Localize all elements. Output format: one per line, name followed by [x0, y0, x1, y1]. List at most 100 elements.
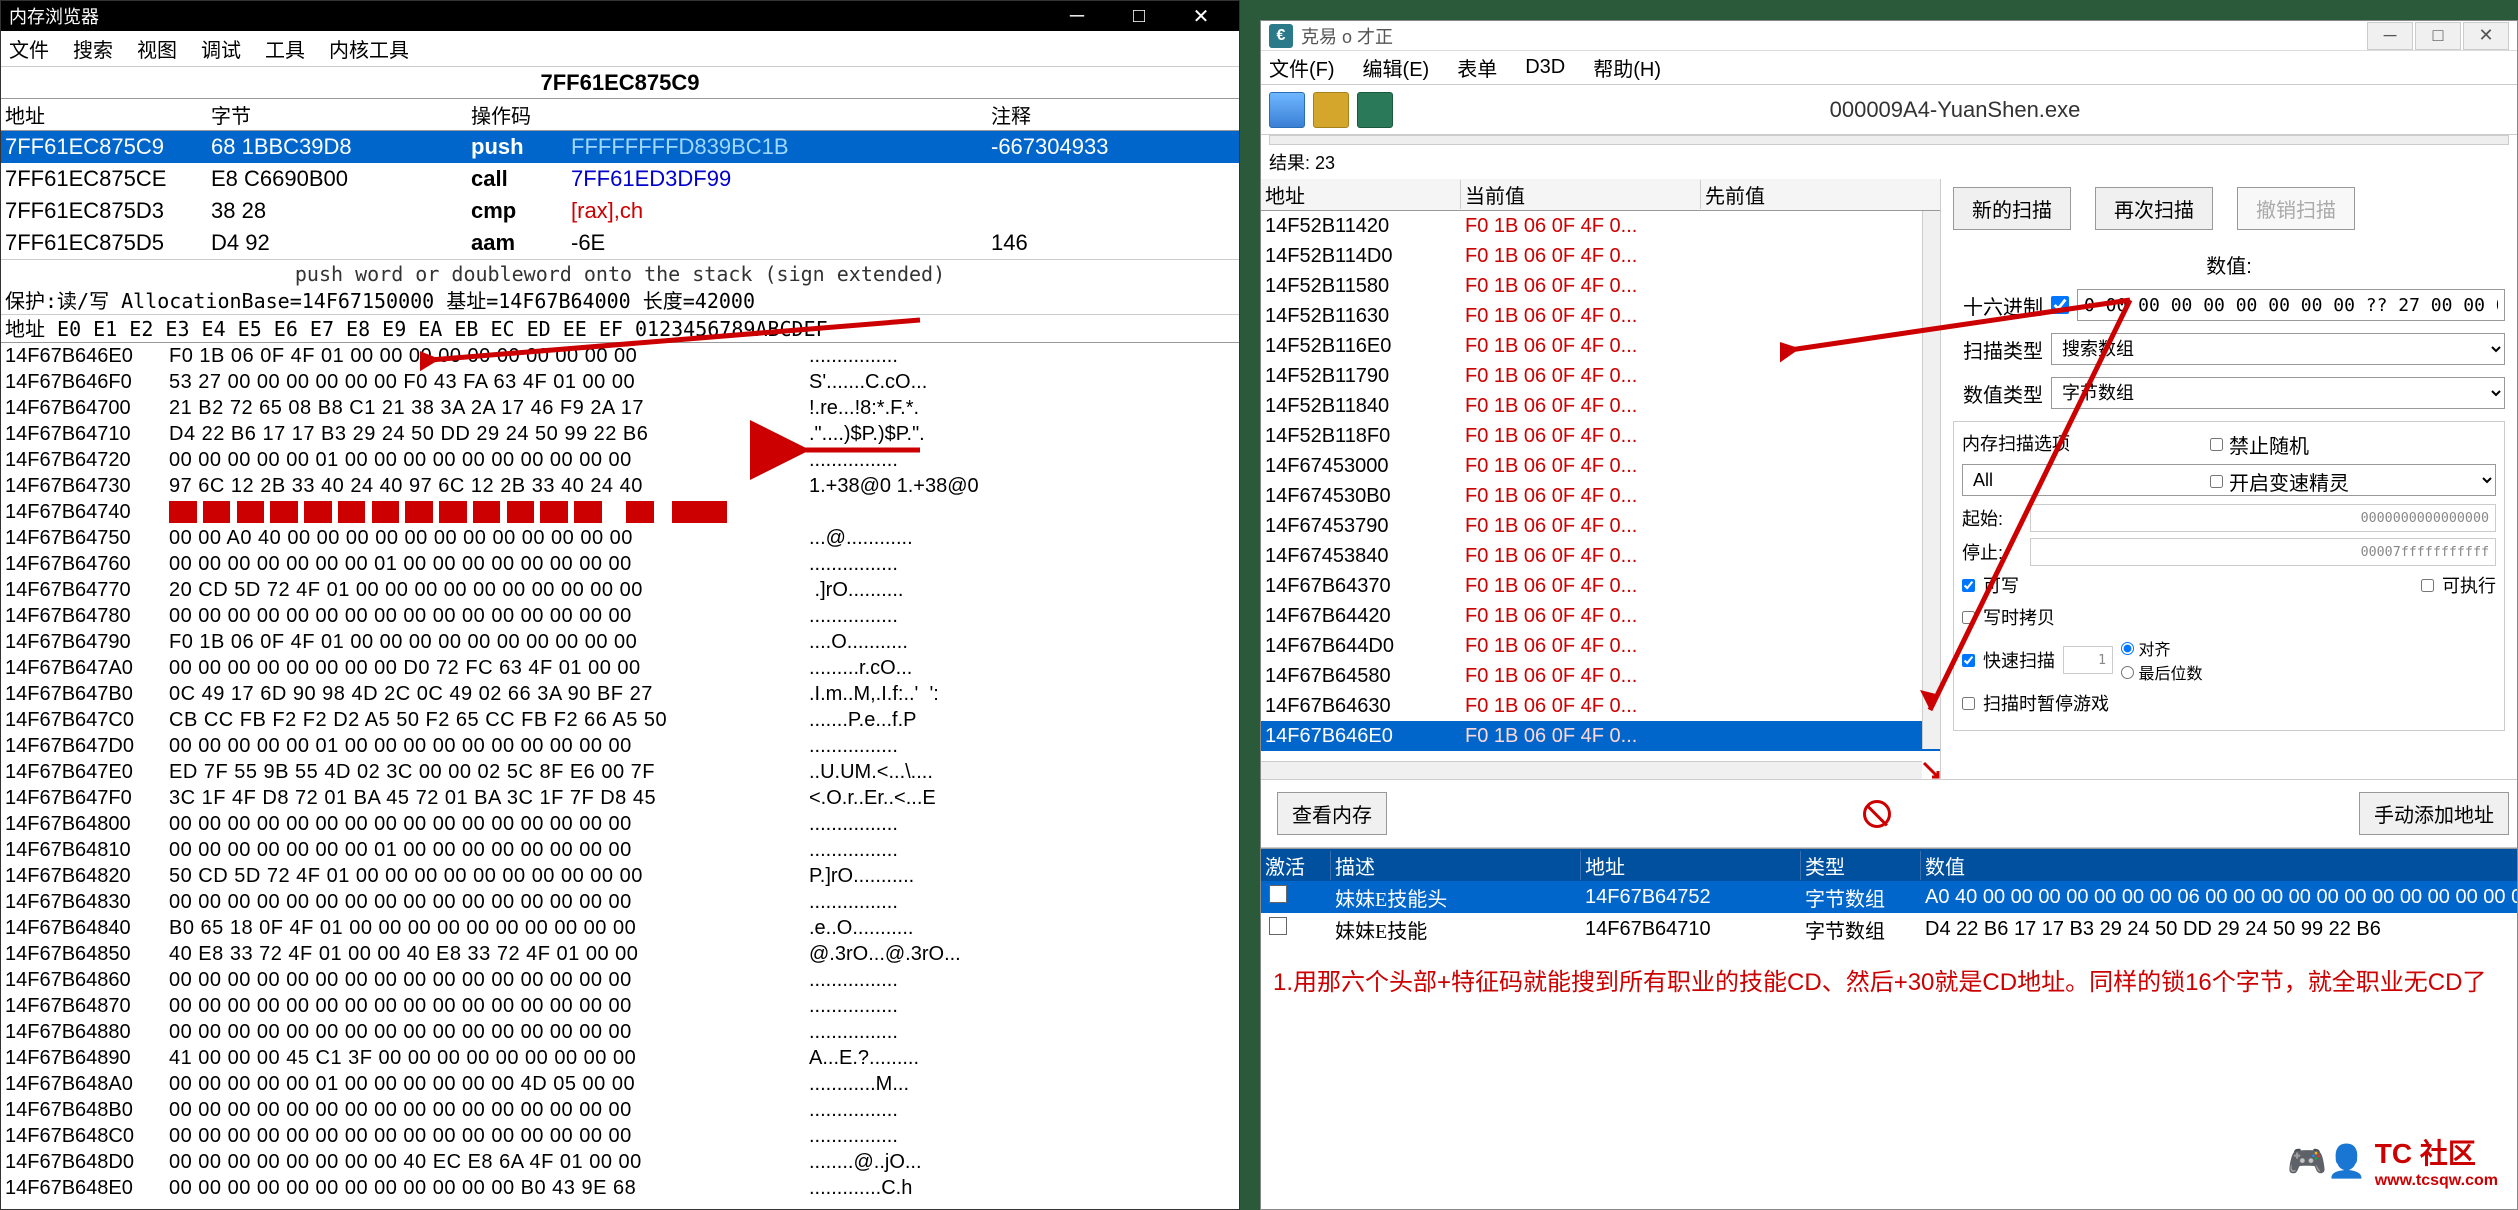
menu-debug[interactable]: 调试: [201, 34, 241, 63]
scan-type-select[interactable]: 搜索数组: [2051, 333, 2505, 365]
col-opcode[interactable]: 操作码: [471, 100, 571, 129]
hex-row[interactable]: 14F67B6488000 00 00 00 00 00 00 00 00 00…: [1, 1019, 1239, 1045]
stop-input[interactable]: [2030, 538, 2496, 566]
speedhack-checkbox[interactable]: [2210, 475, 2223, 488]
no-random-checkbox[interactable]: [2210, 438, 2223, 451]
col-value[interactable]: 当前值: [1461, 180, 1701, 209]
scan-value-input[interactable]: [2077, 289, 2505, 321]
result-row[interactable]: 14F52B116E0F0 1B 06 0F 4F 0...: [1261, 331, 1940, 361]
result-row[interactable]: 14F67B644D0F0 1B 06 0F 4F 0...: [1261, 631, 1940, 661]
close-button[interactable]: ✕: [2463, 22, 2509, 50]
col-bytes[interactable]: 字节: [211, 100, 471, 129]
active-checkbox[interactable]: [1269, 917, 1287, 935]
hex-row[interactable]: 14F67B648E000 00 00 00 00 00 00 00 00 00…: [1, 1175, 1239, 1201]
scrollbar-horizontal[interactable]: [1261, 761, 1922, 779]
hex-row[interactable]: 14F67B647E0ED 7F 55 9B 55 4D 02 3C 00 00…: [1, 759, 1239, 785]
pause-checkbox[interactable]: [1962, 697, 1975, 710]
align-radio[interactable]: [2121, 642, 2134, 655]
disassembly-row[interactable]: 7FF61EC875D5D4 92aam-6E146: [1, 227, 1239, 259]
hex-row[interactable]: 14F67B647C0CB CC FB F2 F2 D2 A5 50 F2 65…: [1, 707, 1239, 733]
col-active[interactable]: 激活: [1261, 851, 1331, 880]
hex-row[interactable]: 14F67B64840B0 65 18 0F 4F 01 00 00 00 00…: [1, 915, 1239, 941]
rescan-button[interactable]: 再次扫描: [2095, 187, 2213, 230]
hex-row[interactable]: 14F67B6478000 00 00 00 00 00 00 00 00 00…: [1, 603, 1239, 629]
hex-row[interactable]: 14F67B648D000 00 00 00 00 00 00 00 40 EC…: [1, 1149, 1239, 1175]
result-row[interactable]: 14F52B11840F0 1B 06 0F 4F 0...: [1261, 391, 1940, 421]
col-address[interactable]: 地址: [1581, 851, 1801, 880]
start-input[interactable]: [2030, 504, 2496, 532]
hex-row[interactable]: 14F67B6470021 B2 72 65 08 B8 C1 21 38 3A…: [1, 395, 1239, 421]
result-row[interactable]: 14F67B64580F0 1B 06 0F 4F 0...: [1261, 661, 1940, 691]
result-row[interactable]: 14F67453840F0 1B 06 0F 4F 0...: [1261, 541, 1940, 571]
results-rows[interactable]: 14F52B11420F0 1B 06 0F 4F 0...14F52B114D…: [1261, 211, 1940, 779]
hex-row[interactable]: 14F67B6476000 00 00 00 00 00 00 01 00 00…: [1, 551, 1239, 577]
result-row[interactable]: 14F52B11580F0 1B 06 0F 4F 0...: [1261, 271, 1940, 301]
menu-help[interactable]: 帮助(H): [1593, 53, 1661, 82]
disassembly-row[interactable]: 7FF61EC875C968 1BBC39D8pushFFFFFFFFD839B…: [1, 131, 1239, 163]
result-row[interactable]: 14F67B64630F0 1B 06 0F 4F 0...: [1261, 691, 1940, 721]
result-row[interactable]: 14F67B64370F0 1B 06 0F 4F 0...: [1261, 571, 1940, 601]
hex-row[interactable]: 14F67B6489041 00 00 00 45 C1 3F 00 00 00…: [1, 1045, 1239, 1071]
hex-row[interactable]: 14F67B6486000 00 00 00 00 00 00 00 00 00…: [1, 967, 1239, 993]
col-type[interactable]: 类型: [1801, 851, 1921, 880]
manual-add-button[interactable]: 手动添加地址: [2359, 792, 2509, 835]
hex-row[interactable]: 14F67B6483000 00 00 00 00 00 00 00 00 00…: [1, 889, 1239, 915]
menu-edit[interactable]: 编辑(E): [1363, 53, 1430, 82]
col-previous[interactable]: 先前值: [1701, 180, 1901, 209]
hex-row[interactable]: 14F67B6481000 00 00 00 00 00 00 01 00 00…: [1, 837, 1239, 863]
menu-kernel[interactable]: 内核工具: [329, 34, 409, 63]
menu-search[interactable]: 搜索: [73, 34, 113, 63]
hex-row[interactable]: 14F67B648A000 00 00 00 00 01 00 00 00 00…: [1, 1071, 1239, 1097]
col-address[interactable]: 地址: [1, 100, 211, 129]
active-checkbox[interactable]: [1269, 885, 1287, 903]
hex-row[interactable]: 14F67B646E0F0 1B 06 0F 4F 01 00 00 00 00…: [1, 343, 1239, 369]
hex-rows[interactable]: 14F67B646E0F0 1B 06 0F 4F 01 00 00 00 00…: [1, 343, 1239, 1201]
hex-row[interactable]: 14F67B6487000 00 00 00 00 00 00 00 00 00…: [1, 993, 1239, 1019]
col-comment[interactable]: 注释: [991, 100, 1239, 129]
hex-row[interactable]: 14F67B646F053 27 00 00 00 00 00 00 F0 43…: [1, 369, 1239, 395]
address-bar[interactable]: 7FF61EC875C9: [1, 67, 1239, 99]
close-button[interactable]: ✕: [1171, 2, 1231, 30]
result-row[interactable]: 14F52B114D0F0 1B 06 0F 4F 0...: [1261, 241, 1940, 271]
menu-table[interactable]: 表单: [1457, 53, 1497, 82]
menu-file[interactable]: 文件: [9, 34, 49, 63]
result-row[interactable]: 14F67453790F0 1B 06 0F 4F 0...: [1261, 511, 1940, 541]
hex-row[interactable]: 14F67B6482050 CD 5D 72 4F 01 00 00 00 00…: [1, 863, 1239, 889]
disassembly-row[interactable]: 7FF61EC875D338 28cmp[rax],ch: [1, 195, 1239, 227]
address-table-row[interactable]: 妹妹E技能头14F67B64752字节数组A0 40 00 00 00 00 0…: [1261, 881, 2517, 913]
menu-file[interactable]: 文件(F): [1269, 53, 1335, 82]
hex-row[interactable]: 14F67B6475000 00 A0 40 00 00 00 00 00 00…: [1, 525, 1239, 551]
last-digit-radio[interactable]: [2121, 666, 2134, 679]
hex-checkbox[interactable]: [2051, 296, 2069, 314]
result-row[interactable]: 14F52B11630F0 1B 06 0F 4F 0...: [1261, 301, 1940, 331]
hex-row[interactable]: 14F67B647F03C 1F 4F D8 72 01 BA 45 72 01…: [1, 785, 1239, 811]
hex-row[interactable]: 14F67B648B000 00 00 00 00 00 00 00 00 00…: [1, 1097, 1239, 1123]
minimize-button[interactable]: ─: [2367, 22, 2413, 50]
hex-row[interactable]: 14F67B6485040 E8 33 72 4F 01 00 00 40 E8…: [1, 941, 1239, 967]
disassembly-row[interactable]: 7FF61EC875CEE8 C6690B00call7FF61ED3DF99: [1, 163, 1239, 195]
hex-row[interactable]: 14F67B6477020 CD 5D 72 4F 01 00 00 00 00…: [1, 577, 1239, 603]
hex-row[interactable]: 14F67B64710D4 22 B6 17 17 B3 29 24 50 DD…: [1, 421, 1239, 447]
result-row[interactable]: 14F67B646E0F0 1B 06 0F 4F 0...: [1261, 721, 1940, 751]
result-row[interactable]: 14F52B11790F0 1B 06 0F 4F 0...: [1261, 361, 1940, 391]
hex-row[interactable]: 14F67B64790F0 1B 06 0F 4F 01 00 00 00 00…: [1, 629, 1239, 655]
result-row[interactable]: 14F52B11420F0 1B 06 0F 4F 0...: [1261, 211, 1940, 241]
address-table-rows[interactable]: 妹妹E技能头14F67B64752字节数组A0 40 00 00 00 00 0…: [1261, 881, 2517, 945]
save-icon[interactable]: [1357, 92, 1393, 128]
process-icon[interactable]: [1269, 92, 1305, 128]
hex-row[interactable]: 14F67B6480000 00 00 00 00 00 00 00 00 00…: [1, 811, 1239, 837]
col-address[interactable]: 地址: [1261, 180, 1461, 209]
value-type-select[interactable]: 字节数组: [2051, 377, 2505, 409]
hex-row[interactable]: 14F67B6473097 6C 12 2B 33 40 24 40 97 6C…: [1, 473, 1239, 499]
col-value[interactable]: 数值: [1921, 851, 2517, 880]
window-titlebar[interactable]: € 克易 o 才正 ─ □ ✕: [1261, 21, 2517, 51]
address-table-row[interactable]: 妹妹E技能14F67B64710字节数组D4 22 B6 17 17 B3 29…: [1261, 913, 2517, 945]
undo-scan-button[interactable]: 撤销扫描: [2237, 187, 2355, 230]
menu-tools[interactable]: 工具: [265, 34, 305, 63]
no-icon[interactable]: [1863, 800, 1891, 828]
minimize-button[interactable]: ─: [1047, 2, 1107, 30]
hex-row[interactable]: 14F67B647B00C 49 17 6D 90 98 4D 2C 0C 49…: [1, 681, 1239, 707]
col-description[interactable]: 描述: [1331, 851, 1581, 880]
view-memory-button[interactable]: 查看内存: [1277, 792, 1387, 835]
executable-checkbox[interactable]: [2421, 579, 2434, 592]
